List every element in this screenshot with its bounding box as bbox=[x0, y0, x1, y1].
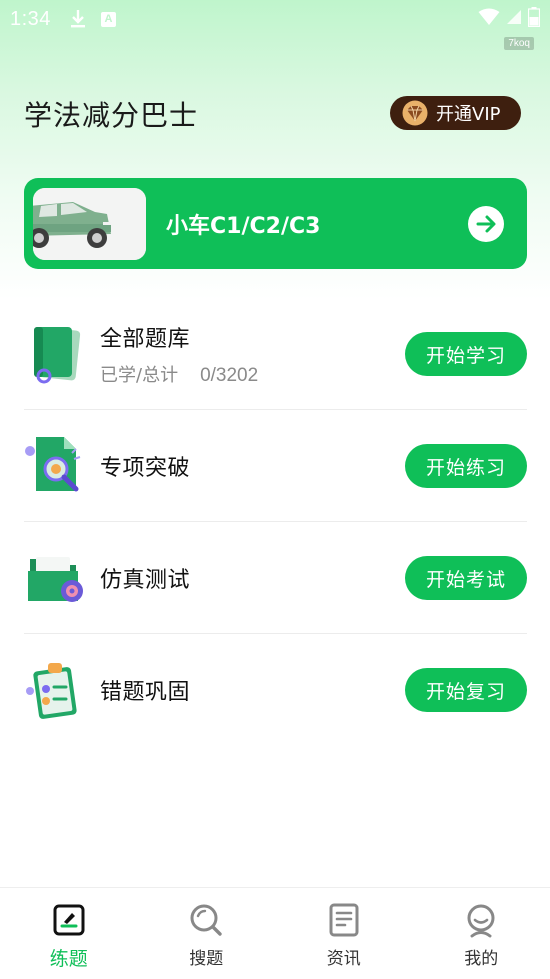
row-title: 仿真测试 bbox=[100, 567, 191, 593]
news-icon bbox=[326, 902, 362, 938]
watermark: 7koq bbox=[504, 37, 534, 50]
start-practice-button[interactable]: 开始练习 bbox=[405, 444, 527, 488]
question-bank-icon bbox=[24, 323, 86, 385]
clipboard-icon bbox=[24, 659, 86, 721]
list-item-mock-exam[interactable]: 仿真测试 开始考试 bbox=[24, 522, 527, 634]
tab-practice[interactable]: 练题 bbox=[0, 888, 138, 979]
tab-search[interactable]: 搜题 bbox=[138, 888, 276, 979]
tab-news[interactable]: 资讯 bbox=[275, 888, 413, 979]
progress-value: 0/3202 bbox=[200, 364, 259, 386]
row-title: 错题巩固 bbox=[100, 680, 191, 705]
row-progress: 已学/总计 0/3202 bbox=[100, 361, 258, 387]
start-review-button[interactable]: 开始复习 bbox=[405, 668, 527, 712]
download-icon bbox=[69, 9, 87, 29]
search-icon bbox=[188, 902, 224, 938]
car-category-card[interactable]: 小车C1/C2/C3 bbox=[24, 178, 527, 269]
battery-icon bbox=[527, 6, 541, 32]
edit-icon bbox=[51, 902, 87, 938]
wifi-icon bbox=[478, 8, 500, 31]
profile-icon bbox=[463, 902, 499, 938]
tab-profile[interactable]: 我的 bbox=[413, 888, 550, 979]
tab-label: 资讯 bbox=[326, 949, 361, 969]
cellular-icon bbox=[506, 8, 522, 30]
status-right-icons bbox=[478, 6, 541, 32]
status-time: 1:34 bbox=[10, 7, 51, 30]
a-badge-icon: A bbox=[100, 11, 116, 27]
car-category-label: 小车C1/C2/C3 bbox=[166, 213, 321, 239]
progress-label: 已学/总计 bbox=[100, 364, 179, 386]
arrow-right-icon[interactable] bbox=[468, 206, 504, 242]
diamond-icon bbox=[400, 100, 430, 126]
start-study-button[interactable]: 开始学习 bbox=[405, 332, 527, 376]
bottom-tab-bar: 练题 搜题 资讯 我的 bbox=[0, 887, 550, 979]
page-title: 学法减分巴士 bbox=[24, 99, 199, 132]
list-item-question-bank[interactable]: 全部题库 已学/总计 0/3202 开始学习 bbox=[24, 298, 527, 410]
tab-label: 练题 bbox=[49, 948, 88, 970]
vip-button[interactable]: 开通VIP bbox=[390, 96, 521, 130]
list-item-special-practice[interactable]: 专项突破 开始练习 bbox=[24, 410, 527, 522]
tab-label: 搜题 bbox=[189, 949, 224, 969]
list-item-mistakes-review[interactable]: 错题巩固 开始复习 bbox=[24, 634, 527, 746]
folder-exam-icon bbox=[24, 547, 86, 609]
row-title: 专项突破 bbox=[100, 455, 191, 481]
car-icon bbox=[33, 187, 146, 260]
tab-label: 我的 bbox=[464, 949, 499, 969]
status-bar: 1:34 A bbox=[0, 0, 550, 38]
start-exam-button[interactable]: 开始考试 bbox=[405, 556, 527, 600]
vip-button-label: 开通VIP bbox=[436, 104, 501, 125]
row-title: 全部题库 bbox=[100, 326, 191, 352]
practice-list: 全部题库 已学/总计 0/3202 开始学习 专项突破 开始练习 仿真测试 开始… bbox=[24, 298, 527, 746]
magnifier-doc-icon bbox=[24, 435, 86, 497]
